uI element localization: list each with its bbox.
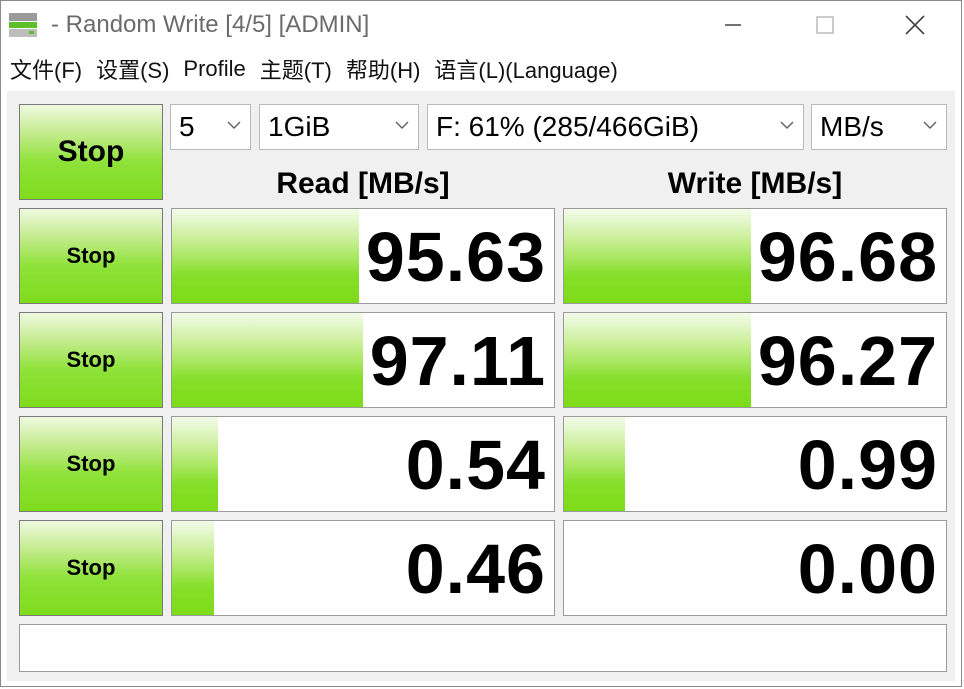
row4-stop-button[interactable]: Stop (19, 520, 163, 616)
row4-write-value: 0.00 (797, 530, 938, 608)
row4-read-bar (172, 521, 215, 615)
chevron-down-icon (923, 121, 937, 130)
row2-write-bar (564, 313, 752, 407)
chevron-down-icon (227, 121, 241, 130)
close-button[interactable] (869, 1, 961, 49)
menu-language[interactable]: 语言(L)(Language) (434, 53, 617, 85)
row3-stop-button[interactable]: Stop (19, 416, 163, 512)
read-column-header: Read [MB/s] (276, 167, 450, 200)
title-bar: - Random Write [4/5] [ADMIN] (1, 1, 961, 49)
menu-bar: 文件(F) 设置(S) Profile 主题(T) 帮助(H) 语言(L)(La… (1, 51, 961, 87)
test-count-value: 5 (179, 111, 195, 142)
row4-read-value: 0.46 (405, 530, 546, 608)
row1-write-result: 96.68 (563, 208, 947, 304)
row4-write-result: 0.00 (563, 520, 947, 616)
menu-theme[interactable]: 主题(T) (260, 53, 332, 85)
row1-read-bar (172, 209, 360, 303)
row1-read-result: 95.63 (171, 208, 555, 304)
row2-read-value: 97.11 (369, 322, 546, 400)
test-size-select[interactable]: 1GiB (259, 104, 419, 150)
menu-help[interactable]: 帮助(H) (346, 53, 421, 85)
write-column-header: Write [MB/s] (667, 167, 843, 200)
row3-write-result: 0.99 (563, 416, 947, 512)
row3-read-bar (172, 417, 218, 511)
row1-stop-button[interactable]: Stop (19, 208, 163, 304)
row3-read-value: 0.54 (405, 426, 546, 504)
row2-read-result: 97.11 (171, 312, 555, 408)
chevron-down-icon (395, 121, 409, 130)
minimize-icon (725, 24, 741, 26)
menu-profile[interactable]: Profile (183, 56, 245, 82)
maximize-button[interactable] (779, 1, 871, 49)
window-title: - Random Write [4/5] [ADMIN] (51, 11, 370, 38)
row1-read-value: 95.63 (365, 218, 546, 296)
drive-select[interactable]: F: 61% (285/466GiB) (427, 104, 804, 150)
row1-write-bar (564, 209, 752, 303)
drive-value: F: 61% (285/466GiB) (436, 111, 700, 142)
maximize-icon (816, 16, 834, 34)
unit-select[interactable]: MB/s (811, 104, 947, 150)
close-icon (905, 15, 925, 35)
menu-settings[interactable]: 设置(S) (96, 53, 169, 85)
drive-icon (9, 13, 37, 37)
row2-write-result: 96.27 (563, 312, 947, 408)
row3-read-result: 0.54 (171, 416, 555, 512)
unit-value: MB/s (820, 111, 884, 142)
menu-file[interactable]: 文件(F) (10, 53, 82, 85)
benchmark-panel: Stop 5 1GiB F: 61% (285/466GiB) MB/s Rea… (7, 91, 955, 681)
row3-write-value: 0.99 (797, 426, 938, 504)
stop-all-button[interactable]: Stop (19, 104, 163, 200)
row2-stop-button[interactable]: Stop (19, 312, 163, 408)
row1-write-value: 96.68 (757, 218, 938, 296)
comment-input[interactable] (19, 624, 947, 672)
chevron-down-icon (780, 121, 794, 130)
row3-write-bar (564, 417, 626, 511)
row2-write-value: 96.27 (757, 322, 938, 400)
row4-read-result: 0.46 (171, 520, 555, 616)
test-count-select[interactable]: 5 (170, 104, 251, 150)
app-window: - Random Write [4/5] [ADMIN] 文件(F) 设置(S)… (0, 0, 962, 687)
test-size-value: 1GiB (268, 111, 331, 142)
minimize-button[interactable] (687, 1, 779, 49)
row2-read-bar (172, 313, 363, 407)
